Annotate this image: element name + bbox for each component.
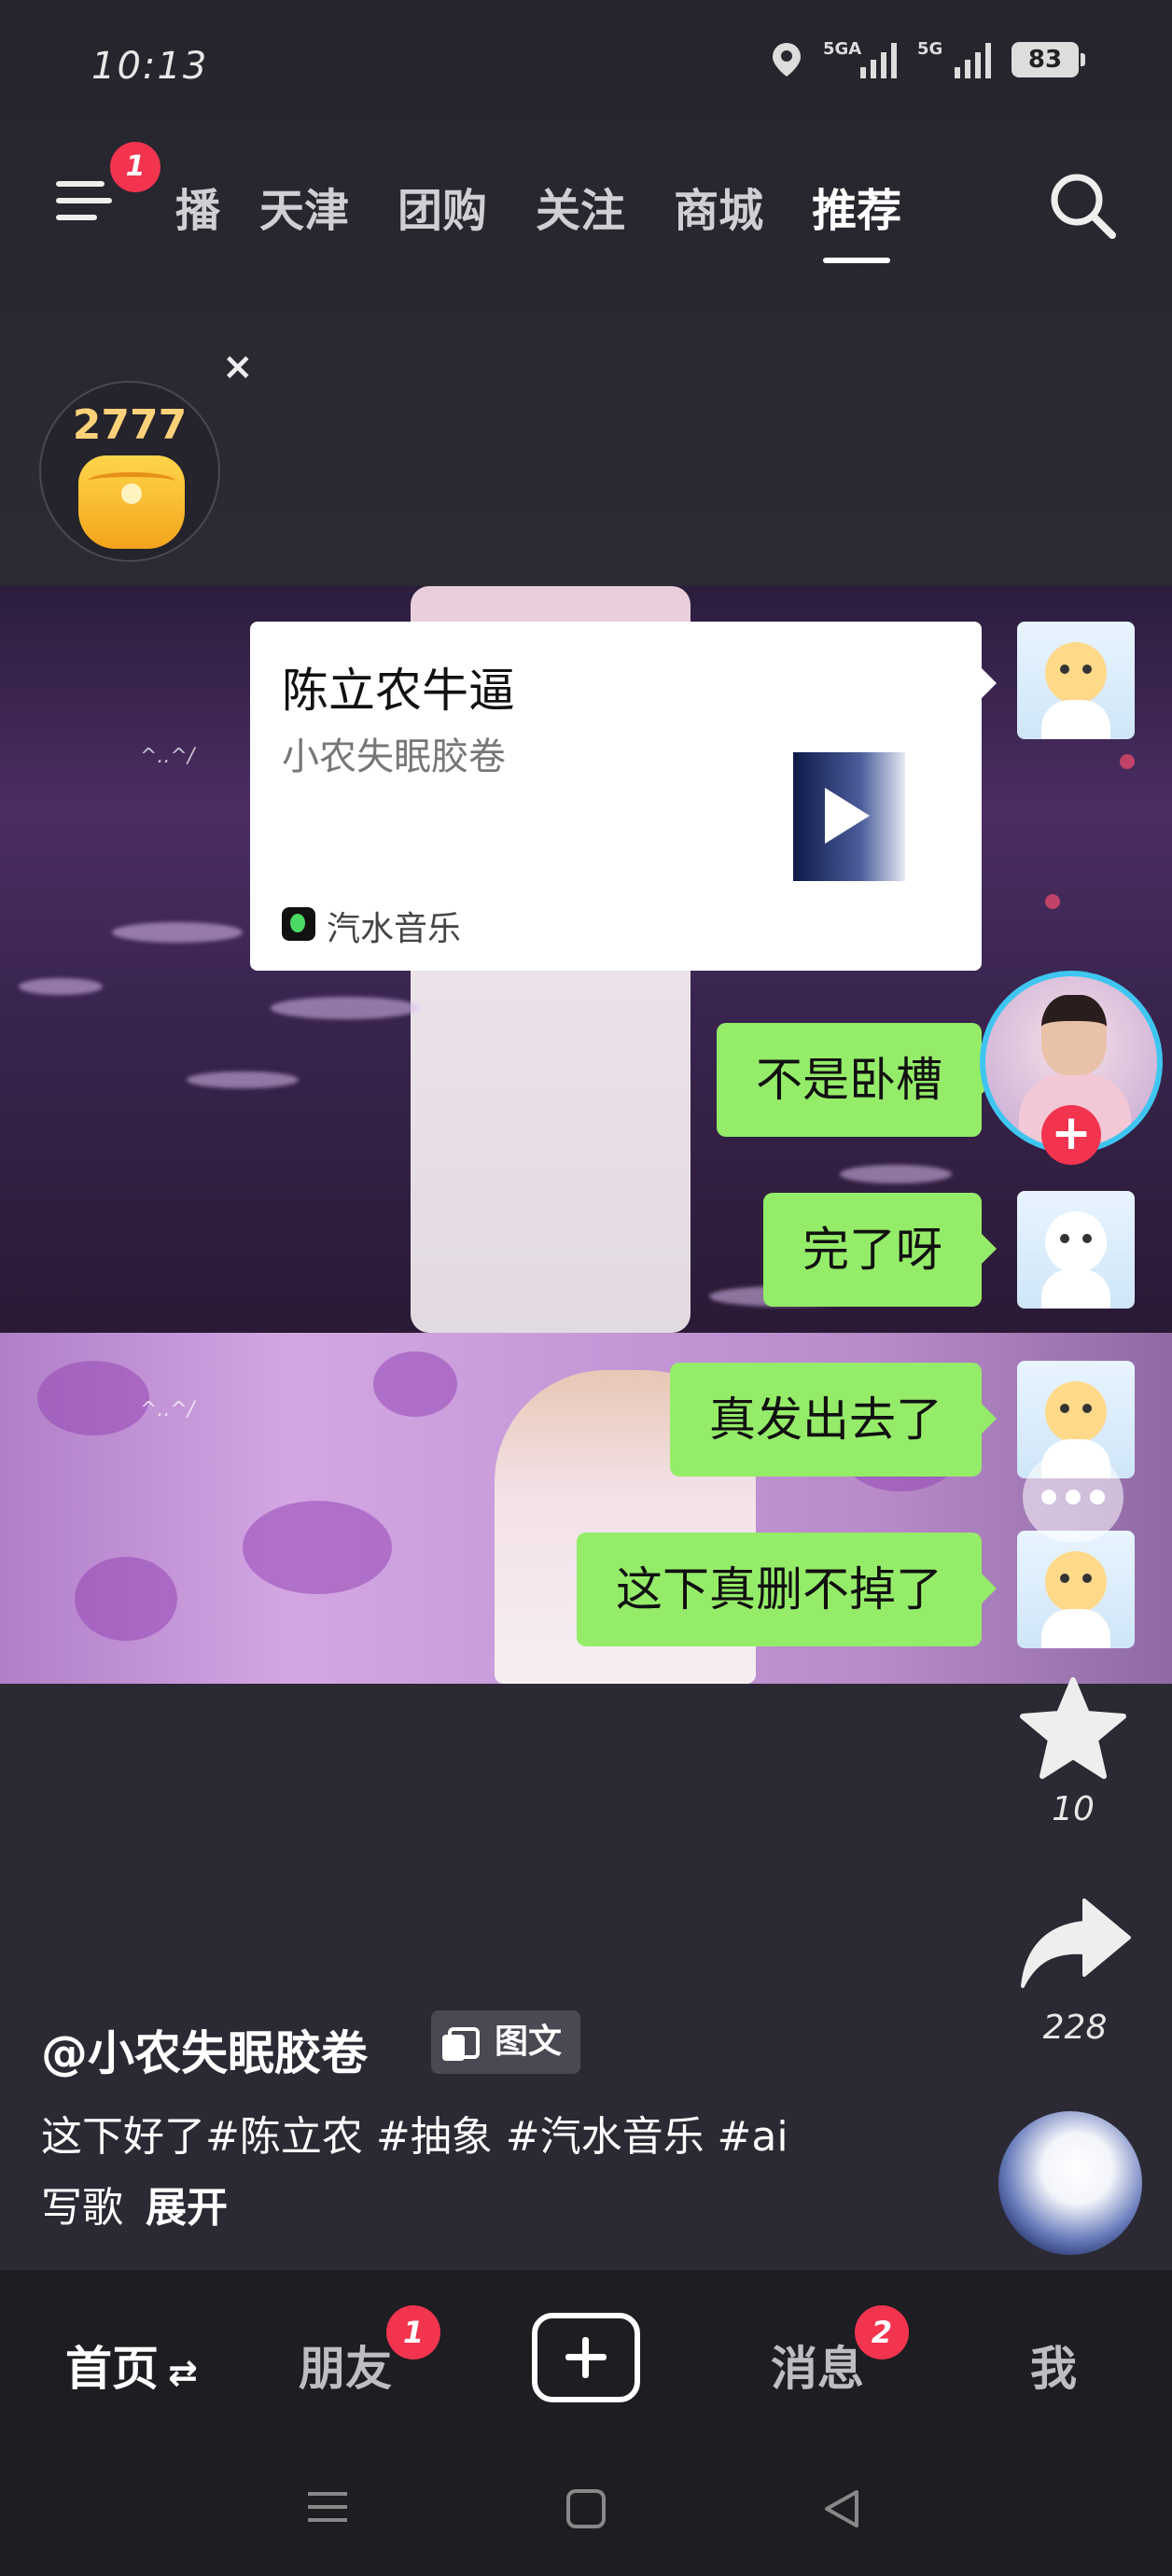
share-icon <box>1021 1898 1131 1988</box>
tab-tianjin[interactable]: 天津 <box>259 174 349 239</box>
menu-button[interactable]: 1 <box>56 142 160 226</box>
messages-badge: 2 <box>855 2305 909 2359</box>
image-text-icon <box>442 2027 480 2061</box>
top-tabs: 播 天津 团购 关注 商城 推荐 <box>175 174 901 263</box>
caption-line-2: 写歌 <box>41 2184 123 2232</box>
play-icon <box>825 788 870 844</box>
tab-friends[interactable]: 朋友 1 <box>299 2305 440 2399</box>
tab-messages-label: 消息 <box>771 2342 864 2396</box>
post-type-tag: 图文 <box>431 2010 581 2074</box>
favorite-button[interactable] <box>1017 1676 1129 1785</box>
petal <box>243 1501 392 1594</box>
battery-indicator: 83 <box>1012 42 1085 77</box>
chat-avatar <box>1017 622 1135 739</box>
post-type-label: 图文 <box>495 2023 563 2061</box>
chat-bubble: 不是卧槽 <box>717 1023 997 1137</box>
status-icons: 5GA 5G 83 <box>771 39 1085 78</box>
music-disc[interactable] <box>998 2111 1142 2255</box>
favorite-count: 10 <box>1052 1790 1095 1828</box>
share-button[interactable] <box>1017 1895 1133 1992</box>
music-title: 陈立农牛逼 <box>282 664 515 718</box>
bottom-tab-bar: 首页 ⇄ 朋友 1 消息 2 我 <box>0 2270 1172 2443</box>
chat-avatar <box>1017 1191 1135 1309</box>
coin-reward-widget[interactable]: 2777 <box>39 381 220 562</box>
confetti <box>1045 894 1060 909</box>
stage-light <box>19 978 103 995</box>
tab-recommended[interactable]: 推荐 <box>812 174 901 263</box>
tab-mall[interactable]: 商城 <box>674 174 763 239</box>
petal <box>75 1557 177 1641</box>
menu-icon-bar <box>56 198 112 203</box>
follow-button[interactable]: + <box>1041 1105 1101 1165</box>
create-button[interactable] <box>532 2313 640 2402</box>
stage-light <box>840 1165 952 1183</box>
tab-following[interactable]: 关注 <box>536 174 625 239</box>
stage-light <box>112 922 243 943</box>
recent-apps-button[interactable] <box>308 2492 347 2531</box>
system-nav-bar <box>0 2443 1172 2576</box>
caption-line-1: 这下好了#陈立农 #抽象 #汽水音乐 #ai <box>41 2113 788 2161</box>
tab-friends-label: 朋友 <box>299 2342 392 2396</box>
back-button[interactable] <box>821 2488 862 2533</box>
chat-bubble: 真发出去了 <box>670 1363 997 1477</box>
chat-bubble: 完了呀 <box>763 1193 997 1307</box>
confetti <box>1120 754 1135 769</box>
coin-amount: 2777 <box>72 401 188 449</box>
tab-home[interactable]: 首页 ⇄ <box>65 2331 198 2399</box>
tab-messages[interactable]: 消息 2 <box>771 2305 909 2399</box>
friends-badge: 1 <box>386 2305 440 2359</box>
signal-5g-icon: 5G <box>917 39 991 78</box>
share-count: 228 <box>1042 2009 1108 2047</box>
tab-live[interactable]: 播 <box>175 174 220 239</box>
music-share-card[interactable]: 陈立农牛逼 小农失眠胶卷 汽水音乐 <box>250 622 997 971</box>
chat-bubble: 这下真删不掉了 <box>577 1533 997 1646</box>
petal <box>37 1361 149 1435</box>
author-name[interactable]: @小农失眠胶卷 <box>41 2016 368 2083</box>
coin-close-button[interactable]: × <box>222 345 254 388</box>
music-app-name: 汽水音乐 <box>327 910 462 948</box>
tab-home-label: 首页 <box>65 2342 159 2396</box>
image-watermark: ^..^/ <box>140 745 195 768</box>
expand-link[interactable]: 展开 <box>146 2184 228 2232</box>
music-cover[interactable] <box>793 752 905 881</box>
tab-me[interactable]: 我 <box>1030 2331 1077 2399</box>
post-caption: 这下好了#陈立农 #抽象 #汽水音乐 #ai 写歌 展开 <box>41 2102 862 2244</box>
coin-bag-icon <box>78 455 185 549</box>
petal <box>373 1351 457 1417</box>
swap-icon: ⇄ <box>168 2352 198 2393</box>
menu-icon-bar <box>56 215 97 220</box>
star-icon <box>1020 1677 1126 1779</box>
signal-1-label: 5GA <box>823 39 862 59</box>
menu-badge: 1 <box>110 142 160 192</box>
image-watermark: ^..^/ <box>140 1398 195 1421</box>
stage-light <box>187 1071 299 1088</box>
location-icon <box>771 41 802 78</box>
status-time: 10:13 <box>91 45 209 88</box>
chat-avatar <box>1017 1531 1135 1648</box>
search-button[interactable] <box>1045 168 1120 243</box>
stage-light <box>271 997 420 1019</box>
menu-icon <box>56 181 105 187</box>
tab-group-buy[interactable]: 团购 <box>398 174 487 239</box>
search-icon <box>1051 174 1116 239</box>
signal-2-label: 5G <box>917 39 943 59</box>
music-artist: 小农失眠胶卷 <box>282 735 506 778</box>
music-app-icon <box>282 907 315 941</box>
home-button[interactable] <box>565 2488 607 2533</box>
signal-5ga-icon: 5GA <box>823 39 897 78</box>
more-options-button[interactable] <box>1023 1452 1123 1542</box>
